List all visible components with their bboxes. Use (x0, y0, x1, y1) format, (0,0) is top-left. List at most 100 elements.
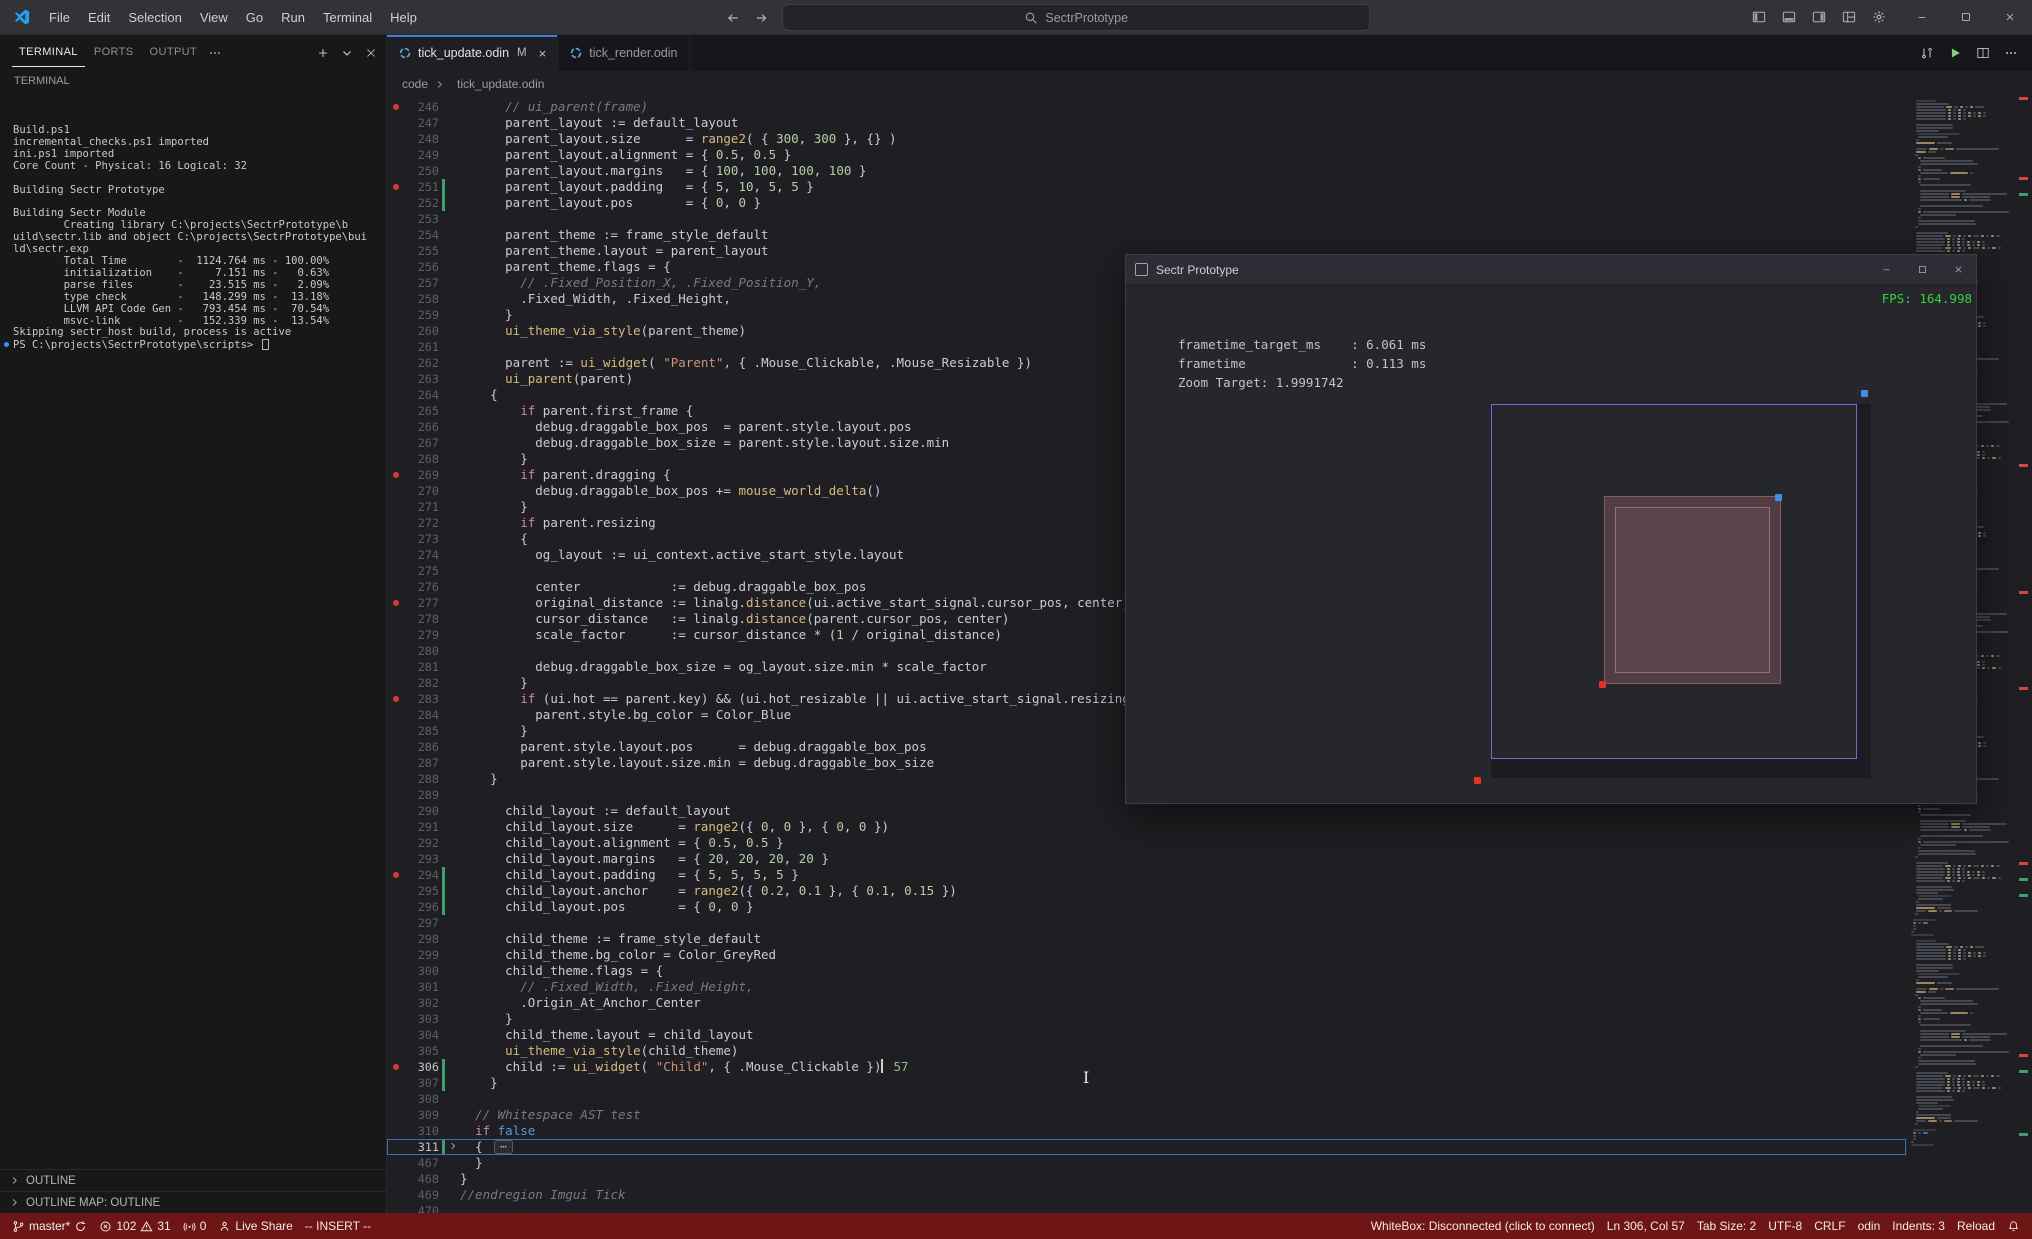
editor-tab-tick_update.odin[interactable]: tick_update.odin M × (387, 35, 559, 71)
code-line-298[interactable]: 298 child_theme := frame_style_default (387, 931, 1906, 947)
overlay-titlebar[interactable]: Sectr Prototype (1126, 255, 1976, 285)
split-editor-icon[interactable] (1976, 46, 1990, 60)
code-line-246[interactable]: 246 // ui_parent(frame) (387, 99, 1906, 115)
compare-changes-icon[interactable] (1920, 46, 1934, 60)
code-line-311[interactable]: 311 { ⋯ (387, 1139, 1906, 1155)
status-item-tab-size[interactable]: Tab Size: 2 (1691, 1213, 1762, 1239)
fold-indicator[interactable] (445, 1139, 460, 1155)
window-minimize-button[interactable] (1900, 0, 1944, 34)
code-line-247[interactable]: 247 parent_layout := default_layout (387, 115, 1906, 131)
folded-code-ellipsis[interactable]: ⋯ (494, 1140, 513, 1154)
menu-help[interactable]: Help (381, 6, 426, 29)
code-line-310[interactable]: 310 if false (387, 1123, 1906, 1139)
code-line-296[interactable]: 296 child_layout.pos = { 0, 0 } (387, 899, 1906, 915)
run-icon[interactable] (1948, 46, 1962, 60)
code-line-297[interactable]: 297 (387, 915, 1906, 931)
menu-selection[interactable]: Selection (119, 6, 190, 29)
status-item-notifications[interactable] (2001, 1213, 2026, 1239)
code-line-251[interactable]: 251 parent_layout.padding = { 5, 10, 5, … (387, 179, 1906, 195)
code-line-293[interactable]: 293 child_layout.margins = { 20, 20, 20,… (387, 851, 1906, 867)
menu-view[interactable]: View (191, 6, 237, 29)
outline-section[interactable]: OUTLINE (0, 1169, 386, 1191)
nav-back-icon[interactable] (726, 11, 740, 25)
status-item-problems[interactable]: 102 31 (93, 1213, 176, 1239)
chevron-down-icon[interactable] (340, 46, 354, 60)
code-line-299[interactable]: 299 child_theme.bg_color = Color_GreyRed (387, 947, 1906, 963)
status-item-encoding[interactable]: UTF-8 (1762, 1213, 1808, 1239)
code-line-254[interactable]: 254 parent_theme := frame_style_default (387, 227, 1906, 243)
status-item-reload[interactable]: Reload (1951, 1213, 2001, 1239)
code-line-294[interactable]: 294 child_layout.padding = { 5, 5, 5, 5 … (387, 867, 1906, 883)
code-line-305[interactable]: 305 ui_theme_via_style(child_theme) (387, 1043, 1906, 1059)
code-line-467[interactable]: 467 } (387, 1155, 1906, 1171)
code-line-468[interactable]: 468} (387, 1171, 1906, 1187)
code-line-295[interactable]: 295 child_layout.anchor = range2({ 0.2, … (387, 883, 1906, 899)
nav-forward-icon[interactable] (754, 11, 768, 25)
menu-edit[interactable]: Edit (79, 6, 119, 29)
layout-customize-icon[interactable] (1836, 4, 1862, 30)
outline-map-section[interactable]: OUTLINE MAP: OUTLINE (0, 1191, 386, 1213)
status-item-indents[interactable]: Indents: 3 (1886, 1213, 1951, 1239)
status-item-whitebox[interactable]: WhiteBox: Disconnected (click to connect… (1365, 1213, 1601, 1239)
breadcrumb[interactable]: code tick_update.odin (387, 71, 2032, 97)
breadcrumb-folder[interactable]: code (402, 77, 428, 91)
code-line-291[interactable]: 291 child_layout.size = range2({ 0, 0 },… (387, 819, 1906, 835)
breakpoint-dot-icon[interactable] (393, 184, 399, 190)
menu-terminal[interactable]: Terminal (314, 6, 381, 29)
layout-sidebar-right-icon[interactable] (1806, 4, 1832, 30)
code-line-469[interactable]: 469 //endregion Imgui Tick (387, 1187, 1906, 1203)
menu-file[interactable]: File (40, 6, 79, 29)
status-item-cursor-position[interactable]: Ln 306, Col 57 (1601, 1213, 1691, 1239)
window-maximize-button[interactable] (1944, 0, 1988, 34)
layout-panel-icon[interactable] (1776, 4, 1802, 30)
terminal-output[interactable]: Build.ps1 incremental_checks.ps1 imported… (0, 89, 386, 1169)
code-line-290[interactable]: 290 child_layout := default_layout (387, 803, 1906, 819)
breakpoint-dot-icon[interactable] (393, 1064, 399, 1070)
code-line-303[interactable]: 303 } (387, 1011, 1906, 1027)
code-line-252[interactable]: 252 parent_layout.pos = { 0, 0 } (387, 195, 1906, 211)
panel-tab-terminal[interactable]: TERMINAL (12, 38, 85, 67)
status-item-vim-mode[interactable]: -- INSERT -- (299, 1213, 377, 1239)
status-item-language-mode[interactable]: odin (1852, 1213, 1887, 1239)
breakpoint-dot-icon[interactable] (393, 104, 399, 110)
terminal-section-label[interactable]: TERMINAL (0, 70, 386, 89)
breakpoint-dot-icon[interactable] (393, 600, 399, 606)
breakpoint-dot-icon[interactable] (393, 872, 399, 878)
gear-icon[interactable] (1866, 4, 1892, 30)
breadcrumb-file[interactable]: tick_update.odin (457, 77, 544, 91)
code-line-304[interactable]: 304 child_theme.layout = child_layout (387, 1027, 1906, 1043)
overlay-minimize-button[interactable] (1868, 255, 1904, 285)
ellipsis-icon[interactable] (2004, 46, 2018, 60)
status-item-branch[interactable]: master* (6, 1213, 93, 1239)
panel-tab-ports[interactable]: PORTS (87, 38, 141, 67)
code-line-292[interactable]: 292 child_layout.alignment = { 0.5, 0.5 … (387, 835, 1906, 851)
overlay-window[interactable]: Sectr Prototype FPS: 164.998 frametime_t… (1125, 254, 1977, 804)
code-line-309[interactable]: 309 // Whitespace AST test (387, 1107, 1906, 1123)
code-line-250[interactable]: 250 parent_layout.margins = { 100, 100, … (387, 163, 1906, 179)
menu-go[interactable]: Go (237, 6, 272, 29)
tab-close-button[interactable]: × (539, 47, 547, 60)
editor-tab-tick_render.odin[interactable]: tick_render.odin (558, 35, 690, 71)
code-line-306[interactable]: 306 child := ui_widget( "Child", { .Mous… (387, 1059, 1906, 1075)
breakpoint-dot-icon[interactable] (393, 472, 399, 478)
window-close-button[interactable] (1988, 0, 2032, 34)
status-item-ports[interactable]: 0 (177, 1213, 213, 1239)
overlay-maximize-button[interactable] (1904, 255, 1940, 285)
code-line-308[interactable]: 308 (387, 1091, 1906, 1107)
status-item-live-share[interactable]: Live Share (212, 1213, 298, 1239)
terminal-prompt[interactable]: PS C:\projects\SectrPrototype\scripts> (4, 339, 382, 352)
layout-sidebar-left-icon[interactable] (1746, 4, 1772, 30)
menu-run[interactable]: Run (272, 6, 314, 29)
child-widget-box[interactable] (1604, 496, 1781, 684)
code-line-248[interactable]: 248 parent_layout.size = range2( { 300, … (387, 131, 1906, 147)
code-line-302[interactable]: 302 .Origin_At_Anchor_Center (387, 995, 1906, 1011)
code-line-307[interactable]: 307 } (387, 1075, 1906, 1091)
code-line-301[interactable]: 301 // .Fixed_Width, .Fixed_Height, (387, 979, 1906, 995)
status-item-eol[interactable]: CRLF (1808, 1213, 1851, 1239)
plus-icon[interactable] (316, 46, 330, 60)
breakpoint-dot-icon[interactable] (393, 696, 399, 702)
ellipsis-icon[interactable] (208, 46, 222, 60)
panel-tab-output[interactable]: OUTPUT (143, 38, 205, 67)
code-line-300[interactable]: 300 child_theme.flags = { (387, 963, 1906, 979)
overlay-close-button[interactable] (1940, 255, 1976, 285)
